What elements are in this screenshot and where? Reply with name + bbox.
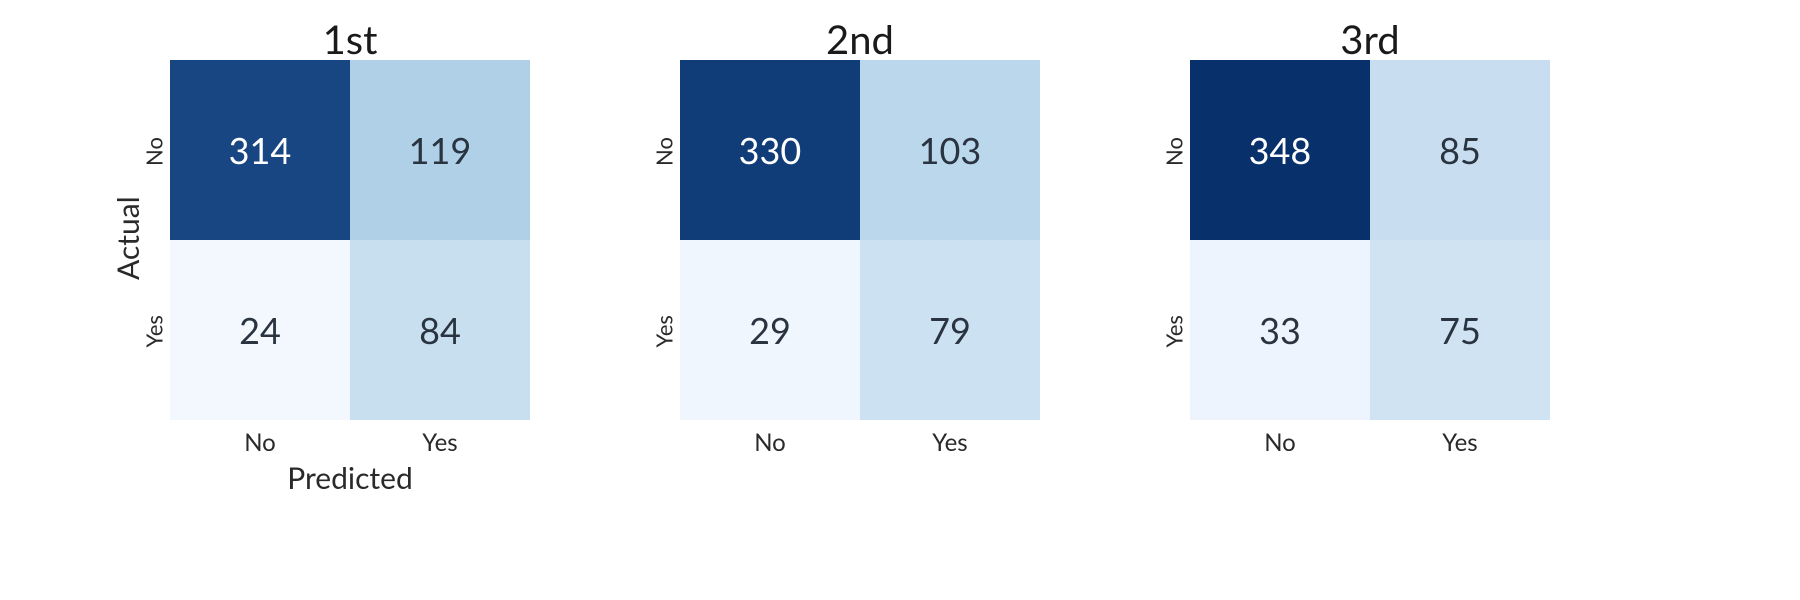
heatmap-cell: 103	[860, 60, 1040, 240]
heatmap-cell: 84	[350, 240, 530, 420]
x-tick: No	[1190, 428, 1370, 457]
heatmap-cell: 119	[350, 60, 530, 240]
x-tick: Yes	[1370, 428, 1550, 457]
x-axis-label: Predicted	[170, 460, 530, 496]
heatmap-grid: 3301032979	[680, 60, 1040, 420]
confusion-matrix-3: 3rdNoYes348853375NoYes	[1190, 60, 1550, 420]
y-axis-label: Actual	[110, 196, 146, 280]
x-tick: Yes	[350, 428, 530, 457]
subplot-title: 2nd	[680, 15, 1040, 63]
y-tick: No	[651, 136, 678, 168]
x-tick-labels: NoYes	[170, 428, 530, 457]
x-tick-labels: NoYes	[680, 428, 1040, 457]
y-tick: Yes	[651, 316, 678, 348]
x-tick-labels: NoYes	[1190, 428, 1550, 457]
y-tick-labels: No Yes	[648, 60, 680, 420]
subplot-title: 1st	[170, 15, 530, 63]
y-tick: Yes	[1161, 316, 1188, 348]
charts-row: 1stNoYes3141192484NoYesActualPredicted 2n…	[170, 60, 1550, 420]
heatmap-cell: 29	[680, 240, 860, 420]
figure: 1stNoYes3141192484NoYesActualPredicted2n…	[0, 0, 1800, 600]
y-tick: No	[1161, 136, 1188, 168]
heatmap-grid: 348853375	[1190, 60, 1550, 420]
heatmap-cell: 314	[170, 60, 350, 240]
heatmap-cell: 79	[860, 240, 1040, 420]
x-tick: Yes	[860, 428, 1040, 457]
heatmap-cell: 75	[1370, 240, 1550, 420]
heatmap-cell: 33	[1190, 240, 1370, 420]
heatmap-cell: 348	[1190, 60, 1370, 240]
heatmap-grid: 3141192484	[170, 60, 530, 420]
y-tick: Yes	[141, 316, 168, 348]
x-tick: No	[170, 428, 350, 457]
confusion-matrix-1: 1stNoYes3141192484NoYesActualPredicted	[170, 60, 530, 420]
heatmap-cell: 24	[170, 240, 350, 420]
confusion-matrix-2: 2ndNoYes3301032979NoYes	[680, 60, 1040, 420]
y-tick: No	[141, 136, 168, 168]
heatmap-cell: 330	[680, 60, 860, 240]
x-tick: No	[680, 428, 860, 457]
y-tick-labels: No Yes	[1158, 60, 1190, 420]
heatmap-cell: 85	[1370, 60, 1550, 240]
subplot-title: 3rd	[1190, 15, 1550, 63]
